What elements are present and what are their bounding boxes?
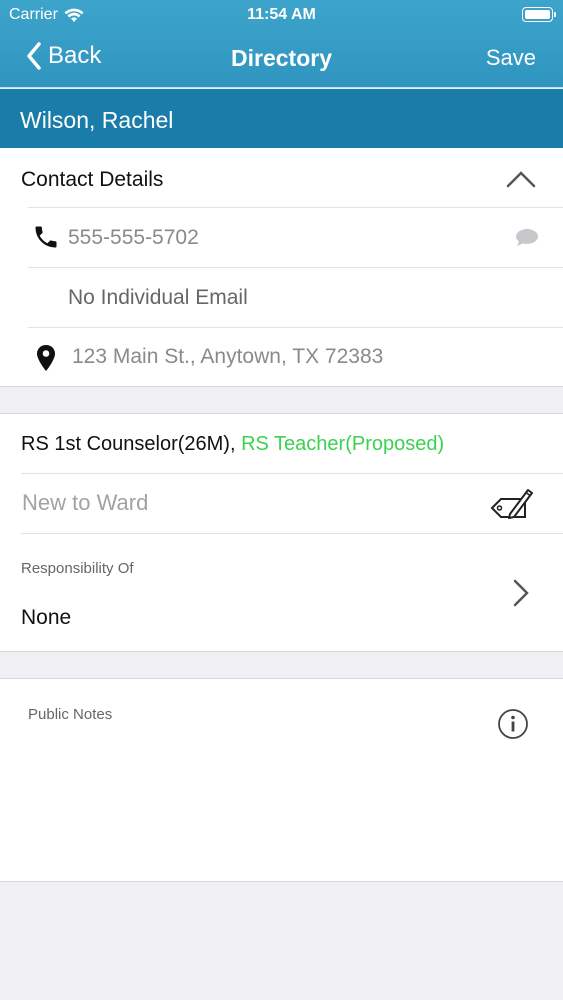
phone-number[interactable]: 555-555-5702 (68, 226, 199, 250)
navigation-bar: Back Directory Save (0, 30, 563, 87)
callings-row: RS 1st Counselor(26M), RS Teacher(Propos… (0, 414, 563, 473)
location-pin-icon (37, 345, 55, 371)
responsibility-label: Responsibility Of (21, 560, 134, 577)
battery-icon (522, 7, 556, 22)
tag-row[interactable]: New to Ward (0, 474, 563, 533)
callings-text: RS 1st Counselor(26M), RS Teacher(Propos… (21, 433, 444, 456)
save-button[interactable]: Save (486, 45, 536, 71)
nav-divider (0, 87, 563, 88)
info-icon[interactable] (497, 708, 529, 740)
address-row[interactable]: 123 Main St., Anytown, TX 72383 (0, 328, 563, 387)
tag-input[interactable]: New to Ward (22, 490, 148, 516)
calling-primary: RS 1st Counselor(26M), (21, 433, 242, 455)
chevron-right-icon[interactable] (512, 579, 530, 607)
address-value[interactable]: 123 Main St., Anytown, TX 72383 (72, 345, 383, 369)
responsibility-value: None (21, 606, 72, 629)
email-row: No Individual Email (0, 268, 563, 328)
top-bar: Carrier 11:54 AM Back Directory Save (0, 0, 563, 88)
status-bar: Carrier 11:54 AM (0, 0, 563, 30)
calling-proposed: RS Teacher(Proposed) (241, 433, 445, 455)
contact-details-title: Contact Details (21, 168, 164, 191)
phone-row[interactable]: 555-555-5702 (0, 208, 563, 268)
member-name: Wilson, Rachel (20, 107, 174, 133)
public-notes-label: Public Notes (28, 706, 113, 723)
contact-details-card: Contact Details 555-555-5702 No Individu… (0, 148, 563, 387)
phone-icon (35, 226, 57, 248)
member-name-bar: Wilson, Rachel (0, 89, 563, 148)
callings-card: RS 1st Counselor(26M), RS Teacher(Propos… (0, 413, 563, 652)
edit-tag-icon[interactable] (490, 486, 534, 522)
contact-details-header[interactable]: Contact Details (0, 148, 563, 208)
chevron-up-icon[interactable] (506, 170, 536, 188)
page-title: Directory (231, 45, 332, 71)
email-value: No Individual Email (68, 286, 248, 309)
public-notes-card[interactable]: Public Notes (0, 678, 563, 882)
status-time: 11:54 AM (247, 6, 316, 23)
responsibility-row[interactable]: Responsibility Of None (0, 534, 563, 653)
message-icon[interactable] (515, 228, 539, 248)
